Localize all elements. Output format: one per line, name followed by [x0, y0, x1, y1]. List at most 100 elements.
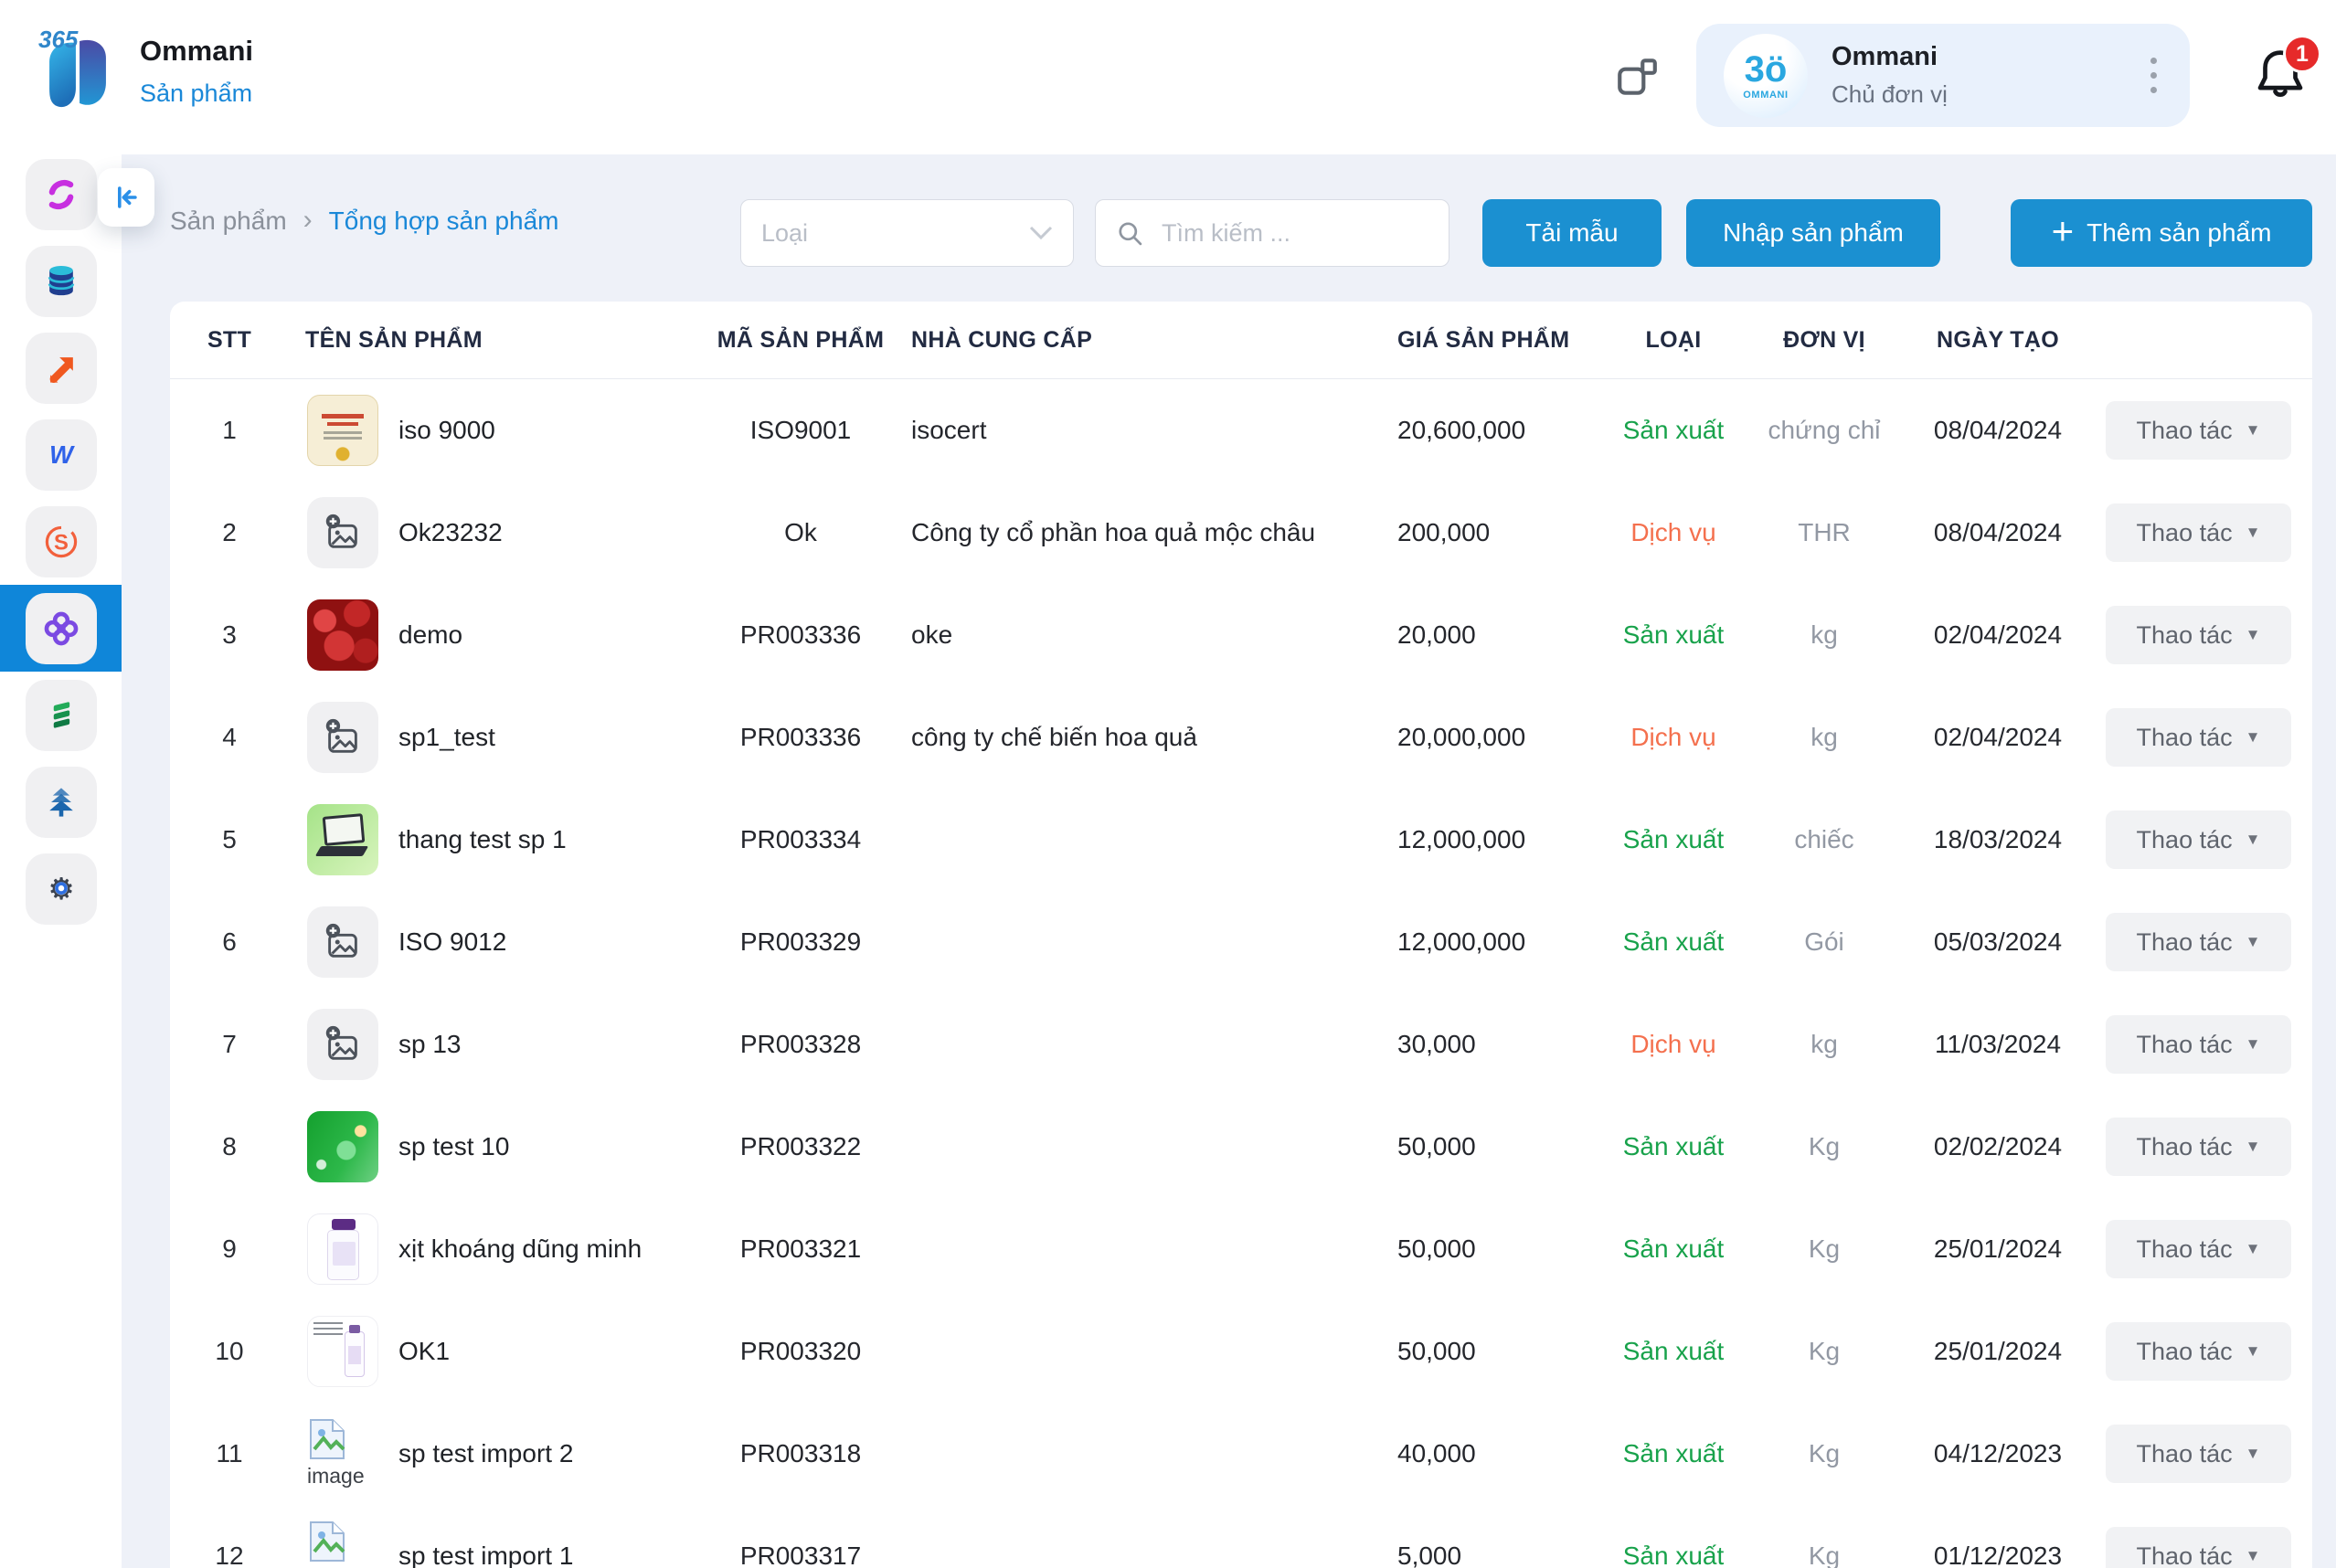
w-letter-icon: W: [26, 419, 97, 491]
download-template-button[interactable]: Tải mẫu: [1482, 199, 1662, 267]
search-icon: [1114, 217, 1145, 249]
logo-365-badge: 365: [38, 26, 78, 54]
row-index: 5: [170, 825, 289, 854]
created-date: 18/03/2024: [1911, 825, 2085, 854]
row-actions-button[interactable]: Thao tác ▼: [2106, 503, 2291, 562]
avatar-caption: OMMANI: [1743, 90, 1788, 101]
product-code: PR003317: [714, 1542, 887, 1568]
pine-tree-icon: [26, 767, 97, 838]
product-type-badge: Sản xuất: [1609, 620, 1737, 650]
product-name: sp test import 1: [398, 1542, 714, 1568]
add-product-button[interactable]: + Thêm sản phẩm: [2011, 199, 2312, 267]
product-supplier: isocert: [887, 416, 1390, 445]
table-row: 1 iso 9000 ISO9001 isocert 20,600,000 Sả…: [170, 379, 2312, 482]
image-placeholder-icon: [322, 1023, 364, 1065]
product-unit: THR: [1737, 518, 1911, 547]
chevron-down-icon: ▼: [2246, 1445, 2261, 1463]
row-actions-button[interactable]: Thao tác ▼: [2106, 1015, 2291, 1074]
product-thumbnail: [307, 395, 378, 466]
apps-grid-button[interactable]: [1610, 50, 1663, 103]
chevron-down-icon: ▼: [2246, 1035, 2261, 1054]
product-type-badge: Dịch vụ: [1609, 518, 1737, 547]
svg-text:S: S: [54, 530, 69, 555]
broken-image-icon: [309, 1418, 345, 1460]
table-row: 7 sp 13 PR003328 30,000 Dịch vụ kg 11/03…: [170, 993, 2312, 1096]
column-header-unit: ĐƠN VỊ: [1737, 327, 1911, 354]
account-menu[interactable]: 3ö OMMANI Ommani Chủ đơn vị: [1696, 24, 2190, 127]
row-actions-button[interactable]: Thao tác ▼: [2106, 1425, 2291, 1483]
row-actions-button[interactable]: Thao tác ▼: [2106, 708, 2291, 767]
product-name: thang test sp 1: [398, 825, 714, 854]
product-thumbnail: [307, 702, 378, 773]
row-actions-button[interactable]: Thao tác ▼: [2106, 1118, 2291, 1176]
type-filter-select[interactable]: Loại: [740, 199, 1074, 267]
sidebar-item-forest[interactable]: [0, 758, 122, 845]
app-sidebar: W S ⚙: [0, 151, 122, 1568]
product-code: PR003334: [714, 825, 887, 854]
sidebar-item-database[interactable]: [0, 238, 122, 324]
import-products-button[interactable]: Nhập sản phẩm: [1686, 199, 1940, 267]
product-name: sp test import 2: [398, 1439, 714, 1468]
row-actions-button[interactable]: Thao tác ▼: [2106, 401, 2291, 460]
column-header-supplier: NHÀ CUNG CẤP: [887, 327, 1390, 354]
row-index: 10: [170, 1337, 289, 1366]
app-module-link[interactable]: Sản phẩm: [140, 79, 253, 108]
product-thumbnail: [307, 497, 378, 568]
product-supplier: công ty chế biến hoa quả: [887, 723, 1390, 752]
chevron-down-icon: ▼: [2246, 1342, 2261, 1361]
row-actions-button[interactable]: Thao tác ▼: [2106, 1220, 2291, 1278]
product-thumbnail: [307, 1009, 378, 1080]
sidebar-item-s-app[interactable]: S: [0, 498, 122, 585]
database-icon: [26, 246, 97, 317]
s-ring-icon: S: [26, 506, 97, 577]
product-name: ISO 9012: [398, 927, 714, 957]
row-actions-button[interactable]: Thao tác ▼: [2106, 913, 2291, 971]
table-row: 11 image sp test import 2 PR003318 40,00…: [170, 1403, 2312, 1505]
chevron-down-icon: ▼: [2246, 728, 2261, 747]
table-header-row: STT TÊN SẢN PHẨM MÃ SẢN PHẨM NHÀ CUNG CẤ…: [170, 302, 2312, 379]
product-price: 50,000: [1390, 1337, 1609, 1366]
app-titles: Ommani Sản phẩm: [140, 35, 253, 108]
account-name: Ommani: [1832, 42, 1948, 72]
avatar-om-monogram: 3ö: [1745, 51, 1788, 88]
created-date: 11/03/2024: [1911, 1030, 2085, 1059]
sidebar-item-products[interactable]: [0, 585, 122, 672]
product-code: PR003321: [714, 1234, 887, 1264]
breadcrumb-separator-icon: ›: [303, 205, 313, 236]
search-input[interactable]: [1160, 218, 1434, 249]
chevron-down-icon: ▼: [2246, 626, 2261, 644]
account-role: Chủ đơn vị: [1832, 80, 1948, 109]
sidebar-item-analytics[interactable]: [0, 324, 122, 411]
sidebar-item-workspace[interactable]: W: [0, 411, 122, 498]
row-actions-button[interactable]: Thao tác ▼: [2106, 810, 2291, 869]
app-title: Ommani: [140, 35, 253, 68]
product-name: sp test 10: [398, 1132, 714, 1161]
sidebar-collapse-button[interactable]: [98, 168, 154, 227]
kebab-menu-icon[interactable]: [2145, 52, 2162, 99]
image-placeholder-icon: [322, 716, 364, 758]
row-actions-button[interactable]: Thao tác ▼: [2106, 1527, 2291, 1568]
notifications-bell-button[interactable]: 1: [2250, 42, 2316, 113]
product-code: PR003320: [714, 1337, 887, 1366]
created-date: 25/01/2024: [1911, 1337, 2085, 1366]
product-unit: Kg: [1737, 1439, 1911, 1468]
product-code: Ok: [714, 518, 887, 547]
breadcrumb-parent[interactable]: Sản phẩm: [170, 207, 287, 236]
sync-swirl-icon: [26, 159, 97, 230]
product-code: ISO9001: [714, 416, 887, 445]
product-unit: chứng chỉ: [1737, 416, 1911, 445]
sidebar-item-leaves[interactable]: [0, 672, 122, 758]
product-thumbnail: [307, 906, 378, 978]
product-unit: chiếc: [1737, 825, 1911, 854]
product-price: 12,000,000: [1390, 825, 1609, 854]
product-code: PR003336: [714, 620, 887, 650]
broken-image-icon: [309, 1520, 345, 1563]
row-actions-button[interactable]: Thao tác ▼: [2106, 1322, 2291, 1381]
sidebar-item-settings[interactable]: ⚙: [0, 845, 122, 932]
row-actions-button[interactable]: Thao tác ▼: [2106, 606, 2291, 664]
product-code: PR003322: [714, 1132, 887, 1161]
table-row: 8 sp test 10 PR003322 50,000 Sản xuất Kg…: [170, 1096, 2312, 1198]
top-header: 365 Ommani Sản phẩm 3ö OMMANI Ommani Chủ…: [0, 0, 2336, 154]
breadcrumb: Sản phẩm › Tổng hợp sản phẩm: [170, 207, 559, 236]
product-price: 5,000: [1390, 1542, 1609, 1568]
